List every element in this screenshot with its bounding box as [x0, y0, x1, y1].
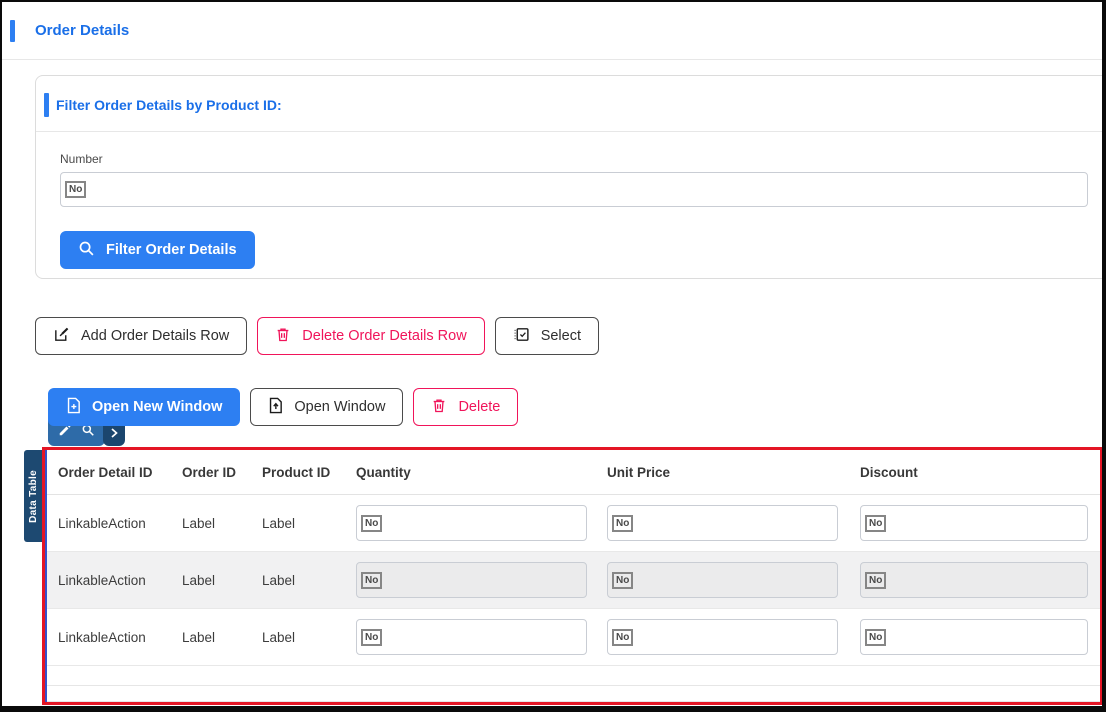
product-id-cell: Label: [262, 629, 296, 645]
trash-icon: [431, 397, 447, 418]
no-placeholder-chip: No: [612, 571, 634, 589]
discount-input[interactable]: No: [860, 562, 1088, 598]
unit-price-input[interactable]: No: [607, 619, 838, 655]
data-table-tag[interactable]: Data Table: [24, 450, 42, 542]
quantity-input[interactable]: No: [356, 562, 587, 598]
delete-order-details-row-button[interactable]: Delete Order Details Row: [257, 317, 485, 355]
no-placeholder-chip: No: [612, 514, 634, 532]
add-order-details-row-button[interactable]: Add Order Details Row: [35, 317, 248, 355]
no-placeholder-chip: No: [865, 514, 887, 532]
unit-price-input[interactable]: No: [607, 505, 838, 541]
file-up-icon: [268, 397, 283, 418]
no-placeholder-chip: No: [865, 571, 887, 589]
empty-table-strip: [47, 686, 1100, 702]
filter-panel: Filter Order Details by Product ID: Numb…: [35, 75, 1102, 279]
window-actions-toolbar: Open New Window Open Window Delete: [48, 388, 519, 426]
filter-panel-title: Filter Order Details by Product ID:: [56, 97, 282, 113]
delete-button[interactable]: Delete: [413, 388, 519, 426]
order-id-cell: Label: [182, 515, 216, 531]
linkable-action-cell[interactable]: LinkableAction: [58, 573, 182, 588]
order-id-cell: Label: [182, 572, 216, 588]
no-placeholder-chip: No: [65, 181, 87, 198]
table-row: LinkableAction Label Label No No No: [47, 552, 1100, 609]
table-row: LinkableAction Label Label No No No: [47, 495, 1100, 552]
search-icon: [78, 240, 95, 261]
page-title: Order Details: [35, 22, 130, 39]
order-details-screen: Order Details Filter Order Details by Pr…: [0, 0, 1106, 712]
data-table-inner: Order Detail ID Order ID Product ID Quan…: [45, 450, 1100, 702]
select-checklist-icon: [513, 326, 530, 347]
column-header-quantity: Quantity: [356, 464, 411, 480]
discount-input[interactable]: No: [860, 505, 1088, 541]
select-button[interactable]: Select: [494, 317, 599, 355]
number-field-label: Number: [60, 152, 103, 166]
column-header-unit-price: Unit Price: [607, 464, 671, 480]
trash-icon: [275, 326, 291, 347]
no-placeholder-chip: No: [865, 628, 887, 646]
discount-input[interactable]: No: [860, 619, 1088, 655]
filter-accent-bar: [44, 93, 49, 117]
linkable-action-cell[interactable]: LinkableAction: [58, 516, 182, 531]
no-placeholder-chip: No: [612, 628, 634, 646]
title-accent-bar: [10, 20, 15, 42]
column-header-order-detail-id: Order Detail ID: [58, 464, 153, 480]
edit-icon: [53, 326, 70, 347]
table-row: LinkableAction Label Label No No No: [47, 609, 1100, 666]
column-header-product-id: Product ID: [262, 464, 331, 480]
no-placeholder-chip: No: [361, 628, 383, 646]
open-window-button[interactable]: Open Window: [250, 388, 404, 426]
order-id-cell: Label: [182, 629, 216, 645]
table-header-row: Order Detail ID Order ID Product ID Quan…: [47, 450, 1100, 495]
unit-price-input[interactable]: No: [607, 562, 838, 598]
column-header-discount: Discount: [860, 464, 918, 480]
file-plus-icon: [66, 397, 81, 418]
data-table: Order Detail ID Order ID Product ID Quan…: [42, 447, 1102, 705]
quantity-input[interactable]: No: [356, 505, 587, 541]
header-divider: [2, 59, 1102, 60]
product-id-cell: Label: [262, 515, 296, 531]
product-id-cell: Label: [262, 572, 296, 588]
quantity-input[interactable]: No: [356, 619, 587, 655]
number-input[interactable]: No: [60, 172, 1088, 207]
filter-order-details-button[interactable]: Filter Order Details: [60, 231, 255, 269]
linkable-action-cell[interactable]: LinkableAction: [58, 630, 182, 645]
row-actions-toolbar: Add Order Details Row Delete Order Detai…: [35, 317, 599, 355]
column-header-order-id: Order ID: [182, 464, 237, 480]
empty-table-strip: [47, 666, 1100, 686]
filter-divider: [36, 131, 1102, 132]
no-placeholder-chip: No: [361, 514, 383, 532]
no-placeholder-chip: No: [361, 571, 383, 589]
open-new-window-button[interactable]: Open New Window: [48, 388, 241, 426]
